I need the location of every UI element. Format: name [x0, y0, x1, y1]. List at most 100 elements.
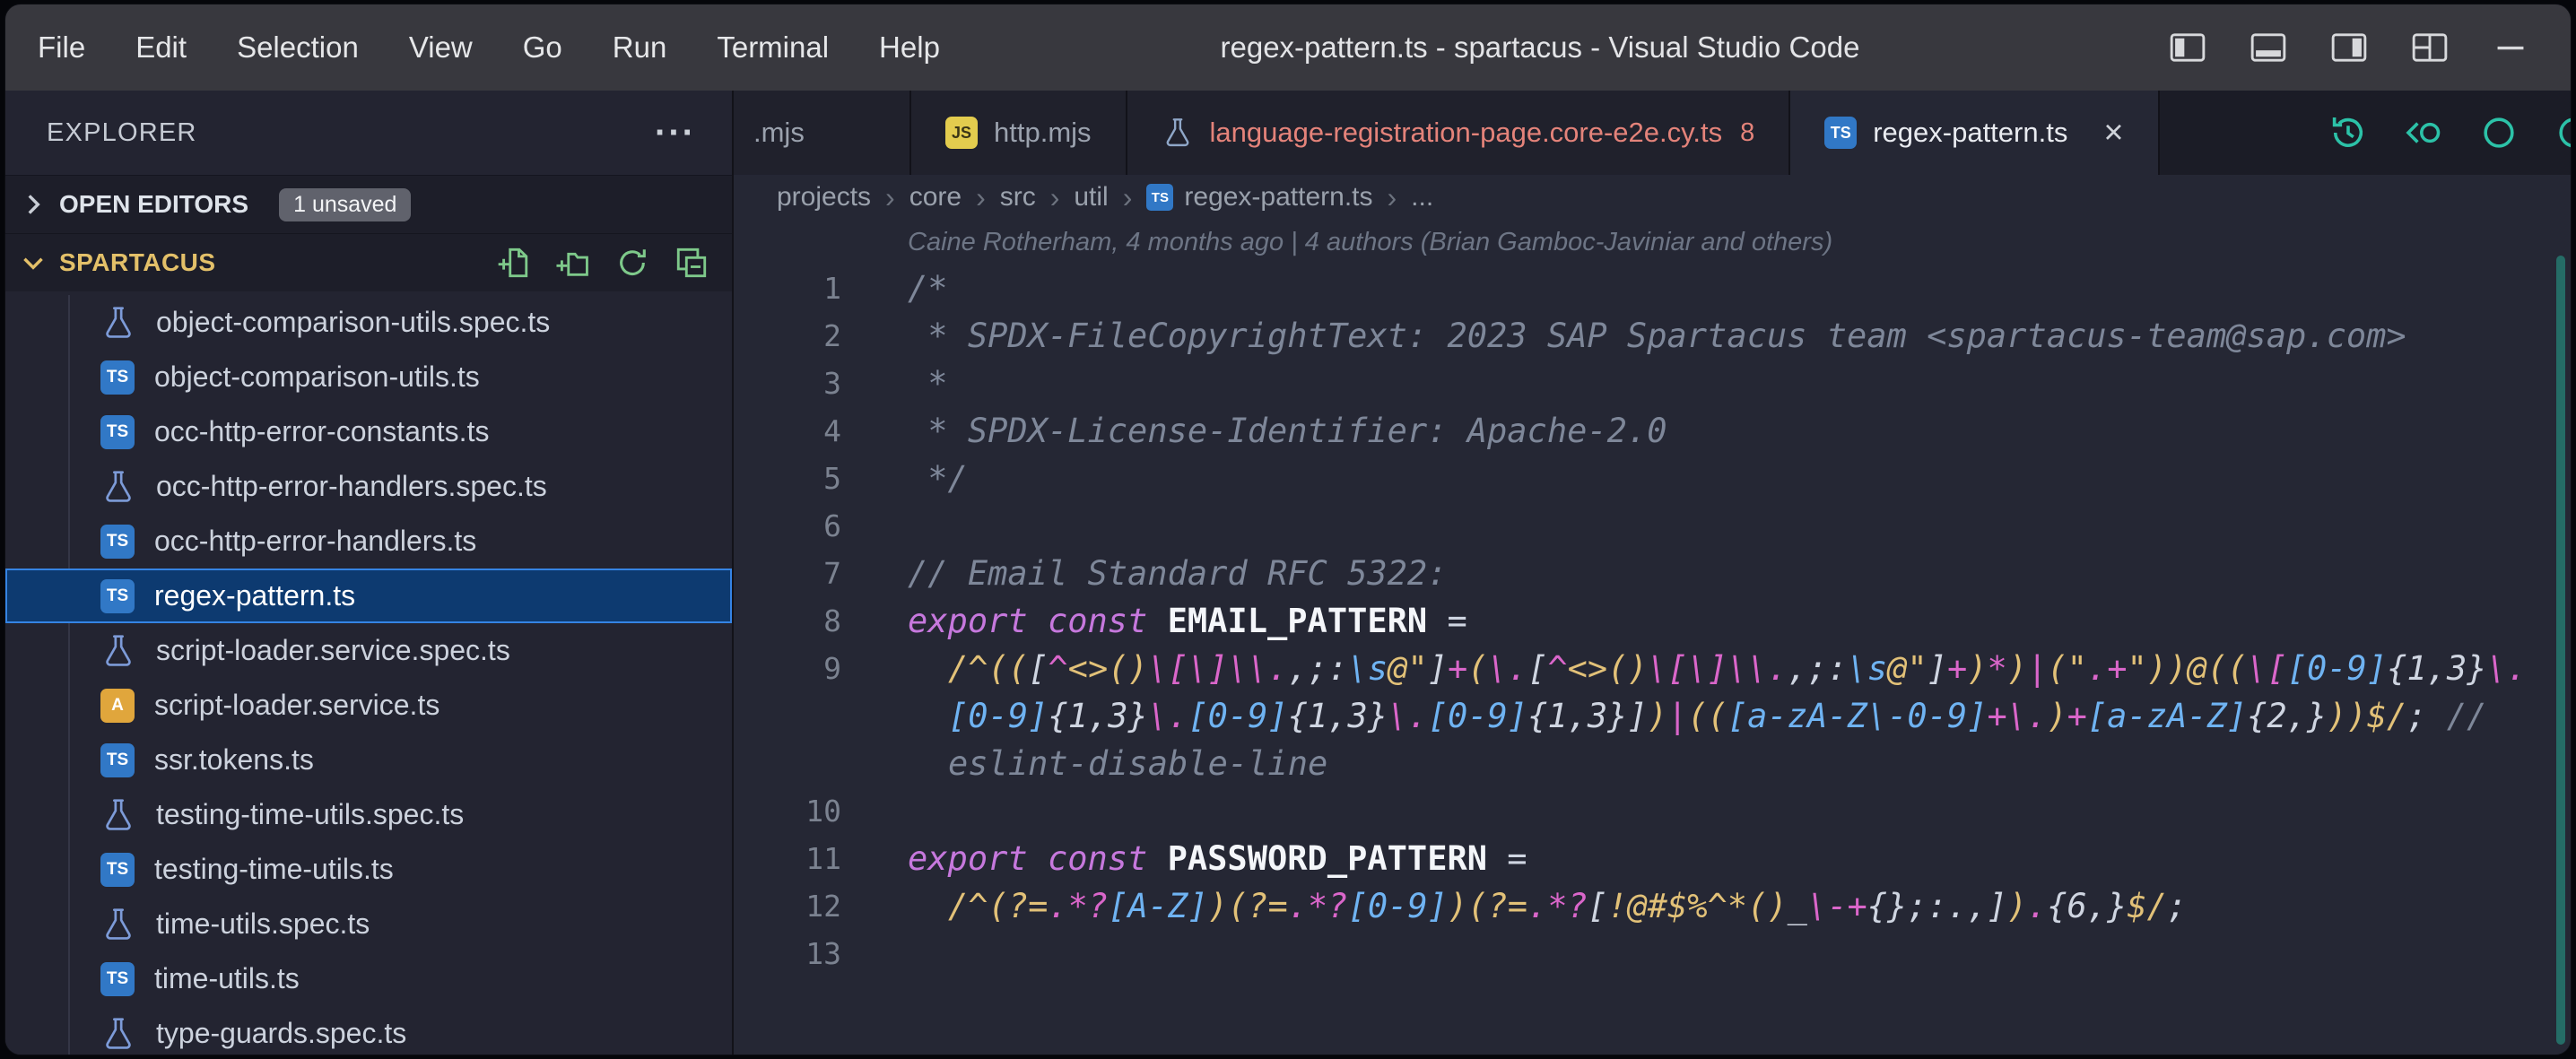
line-number[interactable]: 11 [734, 835, 841, 882]
file-item-occ-http-error-handlers.ts[interactable]: TSocc-http-error-handlers.ts [5, 514, 732, 569]
circle-icon[interactable] [2554, 113, 2571, 152]
line-number[interactable]: 13 [734, 930, 841, 977]
line-number[interactable]: 1 [734, 265, 841, 312]
file-item-time-utils.ts[interactable]: TStime-utils.ts [5, 951, 732, 1006]
file-list: object-comparison-utils.spec.ts TS object-… [5, 291, 732, 1055]
breadcrumb-item-src[interactable]: src [1000, 182, 1036, 213]
breadcrumb-item-core[interactable]: core [909, 182, 962, 213]
line-number[interactable]: 9 [734, 645, 841, 787]
line-number[interactable]: 12 [734, 882, 841, 930]
breadcrumb-item-projects[interactable]: projects [777, 182, 871, 213]
line-number[interactable]: 5 [734, 455, 841, 502]
tab-regex-pattern.ts[interactable]: TSregex-pattern.ts× [1790, 91, 2159, 175]
tab-language-registration-page.core-e2e.cy.ts[interactable]: language-registration-page.core-e2e.cy.t… [1127, 91, 1791, 175]
file-item-script-loader.service.ts[interactable]: Ascript-loader.service.ts [5, 678, 732, 733]
line-number[interactable]: 2 [734, 312, 841, 360]
file-name: time-utils.ts [154, 962, 300, 995]
file-name: occ-http-error-constants.ts [154, 415, 489, 448]
code-line-4: 4 * SPDX-License-Identifier: Apache-2.0 [734, 407, 2571, 455]
file-name: object-comparison-utils.ts [154, 360, 480, 394]
tab-.mjs[interactable]: .mjs [734, 91, 911, 175]
spartacus-section[interactable]: SPARTACUS [5, 233, 732, 291]
file-name: script-loader.service.ts [154, 689, 439, 722]
typescript-file-icon: TS [100, 360, 135, 395]
code-line-text[interactable]: export const EMAIL_PATTERN = [908, 597, 2488, 645]
chevron-down-icon [14, 247, 52, 278]
refresh-icon[interactable] [615, 246, 649, 280]
layout-sidebar-left-icon[interactable] [2169, 29, 2206, 66]
code-line-text[interactable] [908, 502, 2488, 550]
file-item-occ-http-error-constants.ts[interactable]: TS occ-http-error-constants.ts [5, 404, 732, 459]
javascript-file-icon: JS [945, 117, 978, 149]
file-name: testing-time-utils.spec.ts [156, 798, 464, 831]
file-item-object-comparison-utils.spec.ts[interactable]: object-comparison-utils.spec.ts [5, 295, 732, 350]
line-number[interactable]: 4 [734, 407, 841, 455]
menu-edit[interactable]: Edit [110, 30, 212, 65]
menu-file[interactable]: File [13, 30, 110, 65]
code-line-9: 9 /^(([^<>()\[\]\\.,;:\s@"]+(\.[^<>()\[\]… [734, 645, 2571, 787]
window-controls [2115, 29, 2571, 66]
close-tab-icon[interactable]: × [2103, 116, 2123, 150]
file-item-script-loader.service.spec.ts[interactable]: script-loader.service.spec.ts [5, 623, 732, 678]
menu-run[interactable]: Run [587, 30, 692, 65]
file-item-regex-pattern.ts[interactable]: TSregex-pattern.ts [5, 569, 732, 623]
customize-layout-icon[interactable] [2411, 29, 2449, 66]
breadcrumb-item-util[interactable]: util [1074, 182, 1108, 213]
circle-icon[interactable] [2479, 113, 2519, 152]
file-item-ssr.tokens.ts[interactable]: TSssr.tokens.ts [5, 733, 732, 787]
code-line-text[interactable] [908, 787, 2488, 835]
file-item-object-comparison-utils.ts[interactable]: TS object-comparison-utils.ts [5, 350, 732, 404]
more-actions-icon[interactable]: ··· [655, 113, 696, 153]
line-number[interactable]: 3 [734, 360, 841, 407]
menu-help[interactable]: Help [854, 30, 965, 65]
code-line-text[interactable]: * [908, 360, 2488, 407]
layout-panel-icon[interactable] [2250, 29, 2287, 66]
code-line-3: 3 * [734, 360, 2571, 407]
file-item-type-guards.spec.ts[interactable]: type-guards.spec.ts [5, 1006, 732, 1055]
new-file-icon[interactable] [497, 246, 531, 280]
code-line-12: 12 /^(?=.*?[A-Z])(?=.*?[0-9])(?=.*?[!@#$%… [734, 882, 2571, 930]
menu-view[interactable]: View [384, 30, 498, 65]
code-line-1: 1 /* [734, 265, 2571, 312]
code-line-7: 7 // Email Standard RFC 5322: [734, 550, 2571, 597]
typescript-file-icon: TS [100, 415, 135, 449]
test-flask-icon [100, 1016, 136, 1052]
code-line-text[interactable]: */ [908, 455, 2488, 502]
code-line-11: 11 export const PASSWORD_PATTERN = [734, 835, 2571, 882]
breadcrumb-separator: › [885, 181, 895, 214]
code-line-text[interactable]: * SPDX-FileCopyrightText: 2023 SAP Spart… [908, 312, 2488, 360]
line-number[interactable]: 8 [734, 597, 841, 645]
code-line-text[interactable]: /* [908, 265, 2488, 312]
line-number[interactable]: 7 [734, 550, 841, 597]
file-item-occ-http-error-handlers.spec.ts[interactable]: occ-http-error-handlers.spec.ts [5, 459, 732, 514]
collapse-all-icon[interactable] [674, 246, 709, 280]
menu-terminal[interactable]: Terminal [692, 30, 854, 65]
file-item-time-utils.spec.ts[interactable]: time-utils.spec.ts [5, 897, 732, 951]
code-line-text[interactable]: /^(?=.*?[A-Z])(?=.*?[0-9])(?=.*?[!@#$%^*… [908, 882, 2528, 930]
breadcrumb-item-regex-pattern.ts[interactable]: TSregex-pattern.ts [1146, 182, 1372, 213]
minimize-icon[interactable] [2492, 29, 2529, 66]
scrollbar[interactable] [2556, 256, 2565, 1045]
line-number[interactable]: 10 [734, 787, 841, 835]
layout-sidebar-right-icon[interactable] [2330, 29, 2368, 66]
git-blame-codelens[interactable]: Caine Rotherham, 4 months ago | 4 author… [734, 220, 2571, 265]
new-folder-icon[interactable] [556, 246, 590, 280]
compare-icon[interactable] [2404, 113, 2443, 152]
open-editors-section[interactable]: OPEN EDITORS 1 unsaved [5, 175, 732, 233]
file-item-testing-time-utils.spec.ts[interactable]: testing-time-utils.spec.ts [5, 787, 732, 842]
code-line-text[interactable]: // Email Standard RFC 5322: [908, 550, 2488, 597]
code-line-text[interactable]: export const PASSWORD_PATTERN = [908, 835, 2488, 882]
menu-go[interactable]: Go [498, 30, 587, 65]
code-line-10: 10 [734, 787, 2571, 835]
test-flask-icon [100, 907, 136, 942]
code-line-text[interactable]: /^(([^<>()\[\]\\.,;:\s@"]+(\.[^<>()\[\]\… [908, 645, 2528, 787]
line-number[interactable]: 6 [734, 502, 841, 550]
code-editor[interactable]: Caine Rotherham, 4 months ago | 4 author… [734, 220, 2571, 1055]
code-line-text[interactable] [908, 930, 2488, 977]
breadcrumb-item-...[interactable]: ... [1411, 182, 1433, 213]
code-line-text[interactable]: * SPDX-License-Identifier: Apache-2.0 [908, 407, 2488, 455]
tab-http.mjs[interactable]: JShttp.mjs [911, 91, 1127, 175]
history-icon[interactable] [2328, 113, 2368, 152]
file-item-testing-time-utils.ts[interactable]: TStesting-time-utils.ts [5, 842, 732, 897]
menu-selection[interactable]: Selection [212, 30, 384, 65]
